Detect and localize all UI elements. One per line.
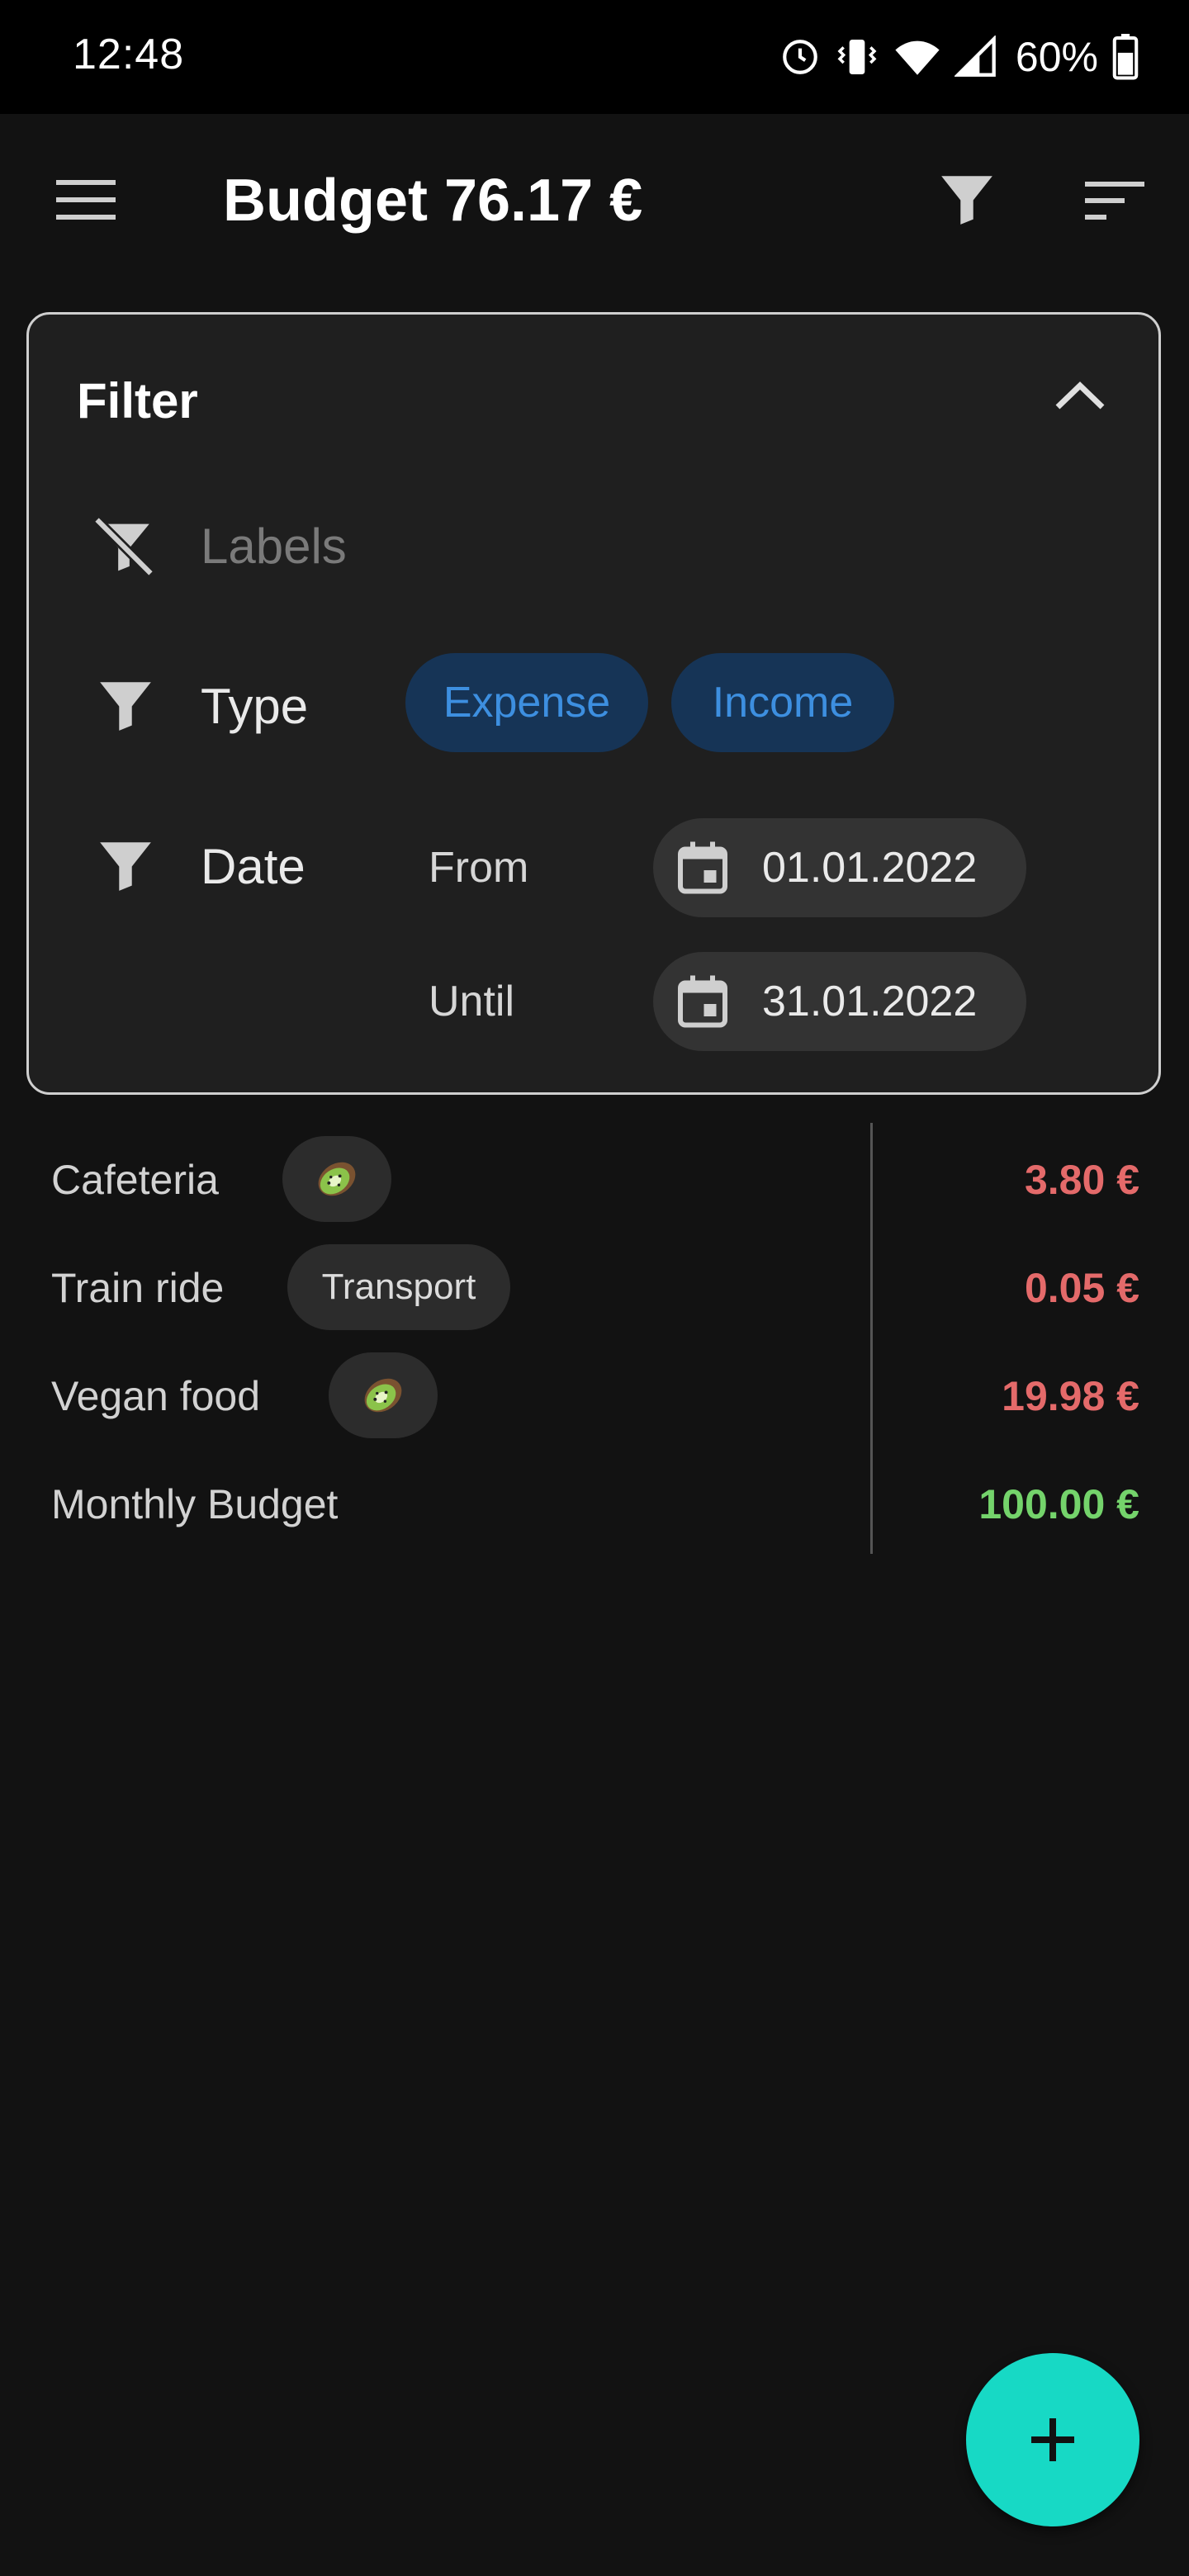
status-time: 12:48	[73, 31, 185, 78]
date-label: Date	[201, 839, 306, 894]
status-icons: 60%	[779, 30, 1139, 84]
transaction-name: Monthly Budget	[51, 1481, 339, 1527]
filter-panel: Filter Labels Type Expense Income Date F…	[26, 312, 1161, 1095]
until-date-button[interactable]: 31.01.2022	[653, 952, 1026, 1051]
wifi-icon	[895, 40, 940, 75]
list-item[interactable]: Vegan food 19.98 €	[0, 1341, 1189, 1449]
transaction-name: Vegan food	[51, 1373, 261, 1419]
list-item[interactable]: Monthly Budget 100.00 €	[0, 1449, 1189, 1557]
sort-icon[interactable]	[1083, 180, 1146, 221]
type-label: Type	[201, 679, 309, 734]
kiwi-icon	[364, 1378, 402, 1413]
filter-title: Filter	[77, 373, 198, 429]
until-date-value: 31.01.2022	[762, 978, 978, 1025]
transaction-name: Cafeteria	[51, 1157, 219, 1203]
until-label: Until	[429, 978, 515, 1025]
transaction-amount: 3.80 €	[1024, 1157, 1139, 1203]
menu-icon[interactable]	[54, 177, 117, 223]
labels-filter[interactable]: Labels	[201, 518, 347, 575]
transaction-amount: 0.05 €	[1024, 1265, 1139, 1311]
from-date-value: 01.01.2022	[762, 844, 978, 892]
battery-percent: 60%	[1015, 34, 1098, 80]
calendar-icon	[678, 841, 727, 894]
vibrate-icon	[837, 40, 877, 74]
list-item[interactable]: Train ride Transport 0.05 €	[0, 1233, 1189, 1341]
add-transaction-button[interactable]	[966, 2353, 1139, 2526]
label-chip[interactable]	[329, 1352, 438, 1438]
filter-off-icon[interactable]	[90, 513, 158, 580]
transaction-name: Train ride	[51, 1265, 225, 1311]
chip-income[interactable]: Income	[671, 653, 894, 752]
label-chip[interactable]	[282, 1136, 391, 1222]
label-chip[interactable]: Transport	[287, 1244, 510, 1330]
filter-icon[interactable]	[936, 168, 997, 230]
signal-icon	[954, 36, 996, 77]
battery-icon	[1112, 34, 1139, 80]
chip-expense[interactable]: Expense	[405, 653, 648, 752]
page-title: Budget 76.17 €	[223, 168, 643, 234]
plus-icon	[1031, 2418, 1074, 2461]
status-bar: 12:48 60%	[0, 0, 1189, 114]
calendar-icon	[678, 975, 727, 1028]
transaction-amount: 19.98 €	[1002, 1373, 1139, 1419]
filter-icon	[100, 842, 151, 891]
kiwi-icon	[318, 1162, 356, 1196]
app-bar: Budget 76.17 €	[0, 114, 1189, 291]
from-date-button[interactable]: 01.01.2022	[653, 818, 1026, 917]
list-item[interactable]: Cafeteria 3.80 €	[0, 1125, 1189, 1233]
filter-icon	[100, 682, 151, 731]
chevron-up-icon[interactable]	[1053, 379, 1107, 412]
transaction-amount: 100.00 €	[978, 1481, 1139, 1527]
from-label: From	[429, 844, 529, 892]
sync-icon	[783, 40, 817, 74]
